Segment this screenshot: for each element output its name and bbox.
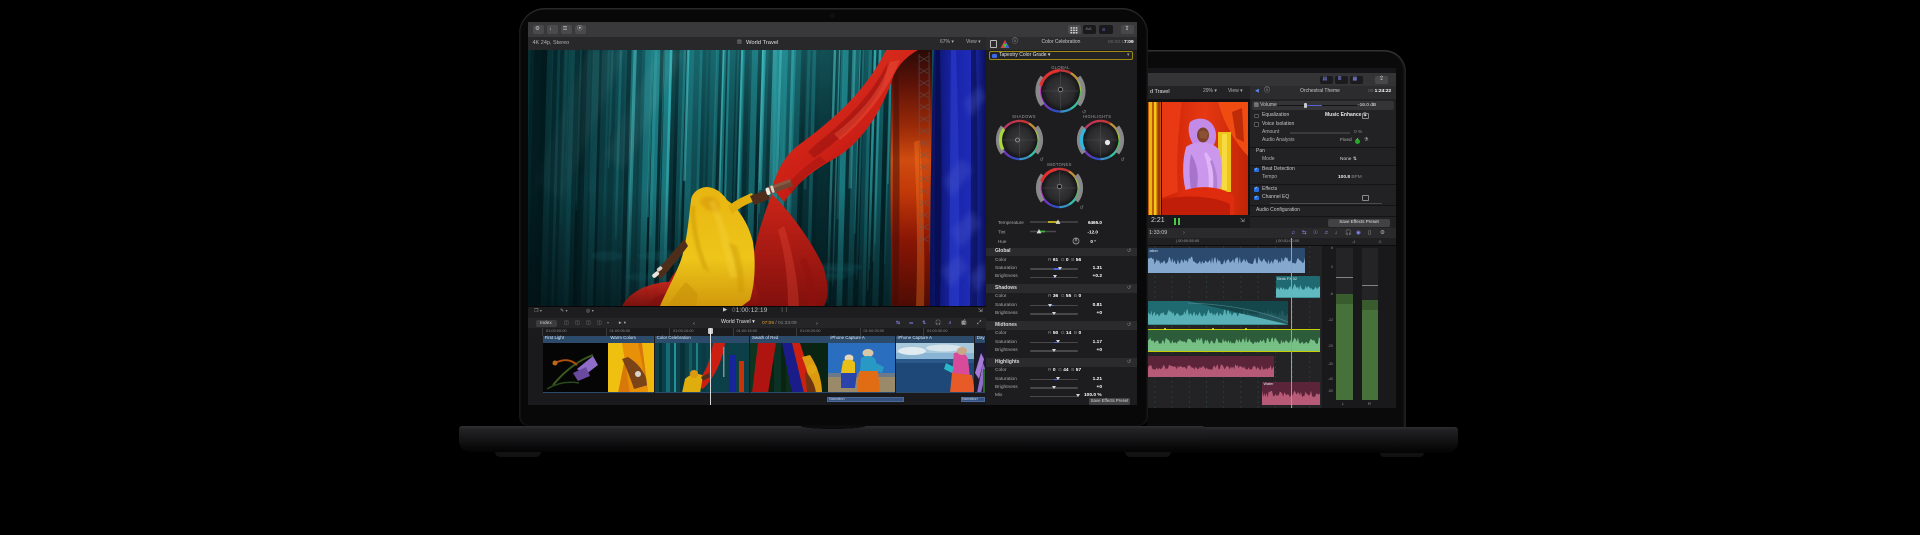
svg-text:SHADOWS: SHADOWS: [1012, 114, 1036, 119]
svg-text:↺: ↺: [1121, 157, 1125, 163]
svg-text:6465.0: 6465.0: [1088, 220, 1102, 225]
svg-text:Hue: Hue: [998, 239, 1007, 244]
svg-text:0 °: 0 °: [1090, 239, 1096, 244]
svg-text:GLOBAL: GLOBAL: [1051, 65, 1070, 70]
svg-text:↺: ↺: [1040, 157, 1044, 163]
svg-text:-12.0: -12.0: [1088, 230, 1099, 235]
svg-text:MIDTONES: MIDTONES: [1047, 162, 1071, 167]
svg-text:HIGHLIGHTS: HIGHLIGHTS: [1083, 114, 1112, 119]
svg-text:↺: ↺: [1080, 205, 1084, 211]
svg-text:Tint: Tint: [998, 230, 1006, 235]
svg-text:Temperature: Temperature: [998, 220, 1024, 225]
